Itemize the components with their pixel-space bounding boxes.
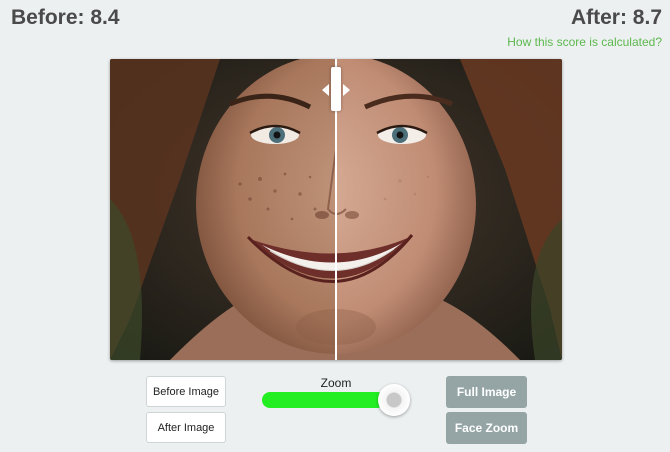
before-after-comparison[interactable] <box>110 59 562 360</box>
score-info-link[interactable]: How this score is calculated? <box>507 35 662 49</box>
zoom-slider-thumb[interactable] <box>378 384 410 416</box>
right-arrow-icon <box>343 84 350 96</box>
split-handle[interactable] <box>331 67 341 111</box>
after-score: After: 8.7 <box>570 6 662 29</box>
zoom-slider-fill <box>262 392 386 408</box>
full-image-button[interactable]: Full Image <box>446 376 527 408</box>
before-score: Before: 8.4 <box>11 6 120 29</box>
left-arrow-icon <box>322 84 329 96</box>
before-image-button[interactable]: Before Image <box>146 376 226 407</box>
photo-compare-page: Before: 8.4 After: 8.7 How this score is… <box>0 0 670 452</box>
after-image-button[interactable]: After Image <box>146 412 226 443</box>
face-zoom-button[interactable]: Face Zoom <box>446 412 527 444</box>
